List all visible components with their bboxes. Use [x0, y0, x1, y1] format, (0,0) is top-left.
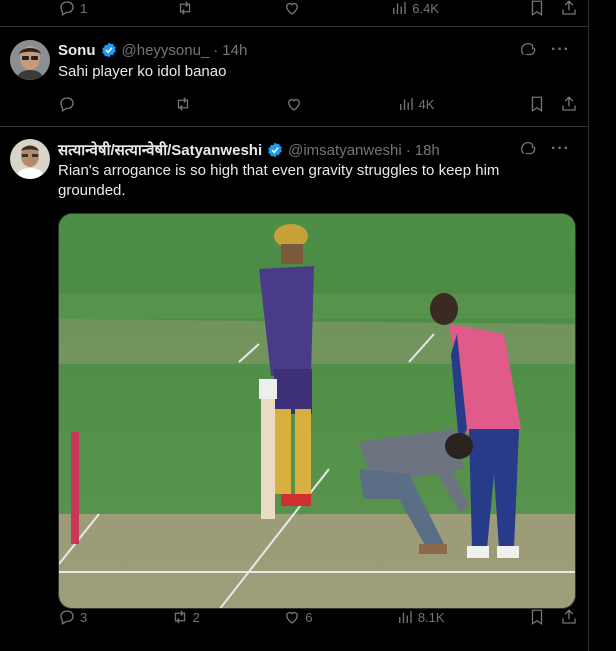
grok-icon[interactable] — [519, 41, 537, 59]
bookmark-icon — [531, 0, 543, 17]
verified-badge-icon — [101, 42, 116, 58]
more-icon[interactable]: ··· — [551, 140, 570, 158]
tweet1-actions: 4K — [58, 93, 578, 115]
share-icon — [562, 96, 576, 111]
verified-badge-icon — [268, 142, 282, 158]
repost-button[interactable] — [176, 0, 194, 17]
repost-button[interactable]: 2 — [171, 608, 200, 626]
tweet-text: Sahi player ko idol banao — [58, 63, 227, 80]
repost-button[interactable] — [174, 95, 192, 113]
timestamp[interactable]: 14h — [222, 42, 247, 59]
username[interactable]: @imsatyanweshi — [288, 142, 402, 159]
grok-icon[interactable] — [519, 140, 537, 158]
views-count: 6.4K — [412, 0, 439, 16]
bookmark-icon — [531, 96, 543, 113]
repost-count: 2 — [192, 609, 200, 625]
tweet-top-actions: ··· — [519, 140, 570, 158]
timeline: 1 6.4K Sonu @heyysonu_ · 14h ··· Sahi pl… — [0, 0, 589, 651]
views-icon — [398, 611, 412, 623]
tweet-header: Sonu @heyysonu_ · 14h — [58, 41, 247, 59]
bookmark-button[interactable] — [528, 608, 546, 626]
reply-icon — [60, 1, 74, 16]
like-button[interactable]: 6 — [283, 608, 312, 626]
reply-count: 3 — [80, 609, 88, 625]
timestamp[interactable]: 18h — [415, 142, 440, 159]
like-button[interactable] — [283, 0, 301, 17]
views-button[interactable]: 4K — [397, 95, 435, 113]
share-button[interactable] — [560, 0, 578, 17]
heart-icon — [286, 611, 299, 624]
reply-button[interactable] — [58, 95, 80, 113]
views-button[interactable]: 6.4K — [390, 0, 439, 17]
more-icon[interactable]: ··· — [551, 41, 570, 59]
views-button[interactable]: 8.1K — [396, 608, 445, 626]
views-icon — [399, 98, 413, 110]
avatar-satyanweshi[interactable] — [10, 139, 50, 179]
tweet-header: सत्यान्वेषी/सत्यान्वेषी/Satyanweshi @ims… — [58, 140, 440, 160]
repost-icon — [177, 97, 188, 111]
views-icon — [393, 2, 406, 14]
heart-icon — [288, 98, 300, 111]
separator: · — [213, 41, 219, 59]
like-button[interactable] — [285, 95, 303, 113]
reply-button[interactable]: 1 — [58, 0, 87, 17]
avatar-sonu[interactable] — [10, 40, 50, 80]
divider — [0, 126, 589, 127]
avatar-image — [10, 139, 50, 179]
tweet-media-image[interactable] — [58, 213, 576, 609]
reply-button[interactable]: 3 — [58, 608, 87, 626]
page-scrollbar-area[interactable] — [590, 0, 616, 651]
share-button[interactable] — [560, 608, 578, 626]
tweet-top-actions: ··· — [519, 41, 570, 59]
views-count: 4K — [418, 96, 435, 112]
bookmark-button[interactable] — [528, 0, 546, 17]
prev-tweet-actions: 1 6.4K — [58, 0, 578, 19]
share-icon — [562, 609, 576, 624]
like-count: 6 — [305, 609, 313, 625]
share-button[interactable] — [560, 95, 578, 113]
bookmark-button[interactable] — [528, 95, 546, 113]
display-name[interactable]: सत्यान्वेषी/सत्यान्वेषी/Satyanweshi — [58, 140, 262, 160]
share-icon — [562, 0, 576, 15]
username[interactable]: @heyysonu_ — [122, 42, 210, 59]
divider — [0, 26, 589, 27]
bookmark-icon — [531, 609, 543, 626]
tweet2-actions: 3 2 6 8.1K — [58, 606, 578, 628]
cricket-photo — [59, 214, 575, 608]
avatar-image — [10, 40, 50, 80]
tweet-text: Rian's arrogance is so high that even gr… — [58, 162, 500, 199]
repost-icon — [174, 610, 185, 624]
repost-icon — [180, 1, 191, 15]
separator: · — [405, 141, 411, 159]
views-count: 8.1K — [417, 609, 445, 625]
reply-icon — [60, 610, 74, 625]
heart-icon — [286, 2, 299, 15]
display-name[interactable]: Sonu — [58, 42, 96, 59]
reply-count: 1 — [80, 0, 88, 16]
reply-icon — [60, 97, 74, 112]
